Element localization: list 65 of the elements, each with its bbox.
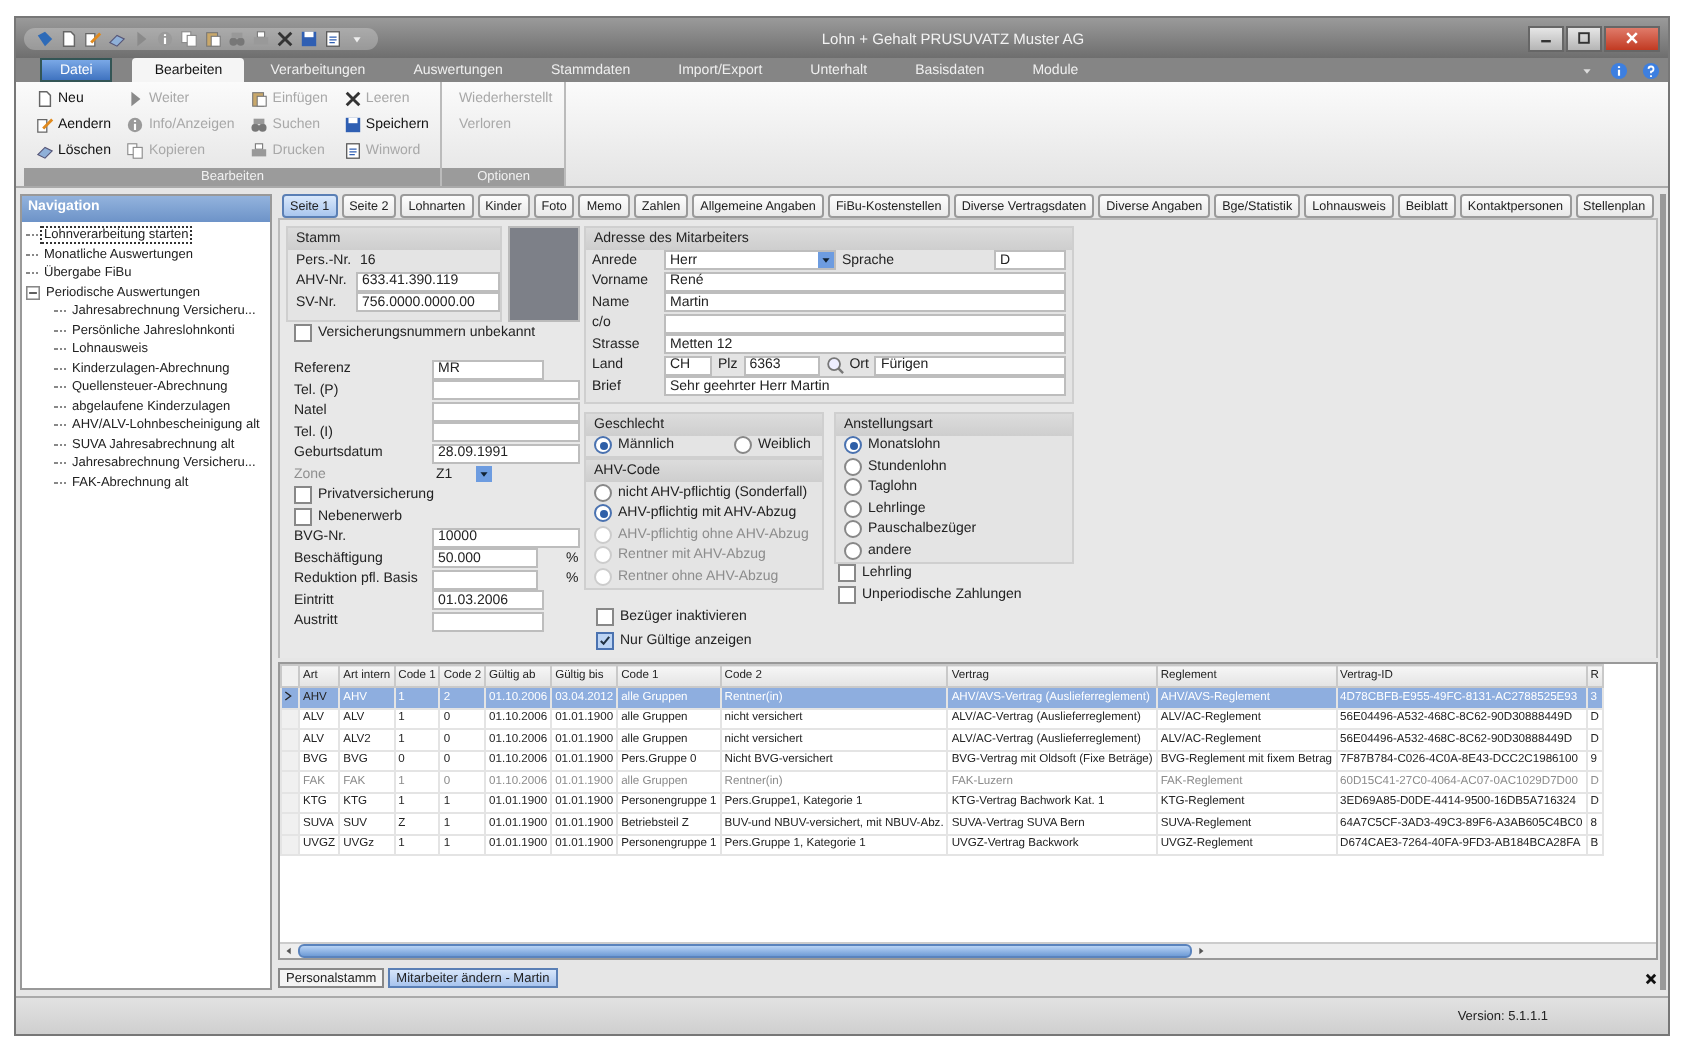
clipboard-icon	[250, 90, 269, 108]
photo-placeholder	[508, 226, 580, 322]
checkbox[interactable]	[596, 608, 614, 626]
pencil-icon[interactable]	[84, 29, 102, 47]
text-field[interactable]	[432, 380, 580, 401]
checkbox[interactable]	[838, 564, 856, 583]
minimize-button[interactable]	[1528, 25, 1564, 51]
checkbox[interactable]	[294, 507, 312, 526]
text-field[interactable]	[432, 401, 580, 422]
radio-button[interactable]	[734, 436, 753, 455]
cross-icon[interactable]	[276, 29, 294, 47]
checkbox[interactable]	[294, 323, 312, 342]
radio-button[interactable]	[844, 541, 862, 560]
info-icon	[126, 116, 145, 134]
search-icon[interactable]	[825, 356, 844, 375]
copy-icon[interactable]	[180, 29, 198, 47]
clipboard-icon[interactable]	[204, 29, 222, 47]
radio-button[interactable]	[594, 504, 612, 523]
document-icon[interactable]	[324, 29, 342, 47]
close-icon	[1624, 30, 1640, 46]
radio-button[interactable]	[594, 436, 612, 455]
radio-button[interactable]	[844, 457, 862, 476]
vertical-scrollbar[interactable]	[1660, 194, 1666, 990]
horizontal-scrollbar[interactable]	[280, 942, 1656, 958]
radio-button[interactable]	[594, 483, 612, 502]
info-icon[interactable]	[156, 29, 174, 47]
text-field[interactable]	[664, 313, 1066, 334]
play-icon	[126, 90, 145, 108]
save-icon	[343, 116, 362, 134]
scroll-right-icon[interactable]	[1195, 946, 1206, 956]
eraser-icon[interactable]	[108, 29, 126, 47]
dropdown-arrow-icon[interactable]	[476, 466, 493, 483]
cross-icon	[343, 90, 362, 108]
radio-button[interactable]	[844, 478, 862, 497]
collapse-icon[interactable]	[26, 285, 40, 300]
page-icon	[36, 90, 54, 108]
checkbox[interactable]	[838, 585, 856, 604]
save-icon[interactable]	[300, 29, 318, 47]
binoculars-icon[interactable]	[228, 29, 246, 47]
binoculars-icon	[250, 116, 269, 134]
pencil-icon	[36, 116, 54, 134]
radio-button[interactable]	[844, 436, 862, 455]
scroll-left-icon[interactable]	[284, 946, 294, 956]
dropdown-arrow-icon[interactable]	[818, 252, 834, 269]
info-icon[interactable]	[1610, 61, 1628, 79]
radio-button[interactable]	[844, 520, 862, 539]
radio-button[interactable]	[844, 499, 862, 518]
maximize-button[interactable]	[1566, 25, 1602, 51]
app-icon[interactable]	[36, 29, 54, 47]
eraser-icon	[36, 142, 54, 160]
page-icon[interactable]	[60, 29, 78, 47]
text-field[interactable]	[432, 569, 538, 590]
checkbox[interactable]	[294, 486, 312, 505]
row-indicator-icon	[284, 689, 292, 702]
close-icon[interactable]	[1644, 971, 1658, 985]
text-field[interactable]	[432, 422, 580, 443]
printer-icon[interactable]	[252, 29, 270, 47]
close-button[interactable]	[1604, 25, 1660, 51]
document-icon	[343, 142, 362, 160]
checkbox[interactable]	[596, 632, 614, 650]
copy-icon	[126, 142, 145, 160]
printer-icon	[250, 142, 269, 160]
help-icon[interactable]	[1642, 61, 1660, 79]
maximize-icon	[1576, 30, 1592, 46]
text-field[interactable]	[432, 611, 544, 632]
